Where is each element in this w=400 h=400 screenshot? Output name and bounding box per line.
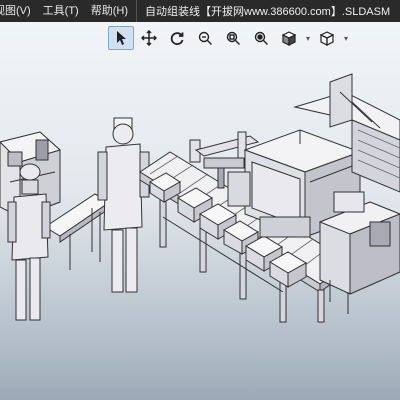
pan-icon[interactable] (136, 26, 162, 50)
heads-up-view-toolbar: ▾ ▾ (108, 26, 350, 50)
display-style-icon[interactable] (314, 26, 340, 50)
select-arrow-icon[interactable] (108, 26, 134, 50)
title-bar: 视图(V) 工具(T) 帮助(H) 自动组装线【开拔网www.386600.co… (0, 0, 400, 22)
rotate-view-icon[interactable] (164, 26, 190, 50)
display-style-dropdown-icon[interactable]: ▾ (342, 34, 350, 43)
assembly-model[interactable] (0, 22, 400, 400)
graphics-viewport[interactable]: ▾ ▾ (0, 22, 400, 400)
floor-reflection (0, 272, 400, 400)
title-separator (136, 0, 137, 22)
left-belt-conveyor (44, 193, 111, 270)
view-orientation-icon[interactable] (276, 26, 302, 50)
window-title: 自动组装线【开拔网www.386600.com】.SLDASM (145, 6, 391, 18)
zoom-to-area-icon[interactable] (220, 26, 246, 50)
menu-view[interactable]: 视图(V) (0, 0, 37, 22)
view-orientation-dropdown-icon[interactable]: ▾ (304, 34, 312, 43)
menu-help[interactable]: 帮助(H) (85, 0, 134, 22)
zoom-in-out-icon[interactable] (248, 26, 274, 50)
menu-tools[interactable]: 工具(T) (37, 0, 85, 22)
operator-figure-center (97, 117, 150, 293)
zoom-to-fit-icon[interactable] (192, 26, 218, 50)
